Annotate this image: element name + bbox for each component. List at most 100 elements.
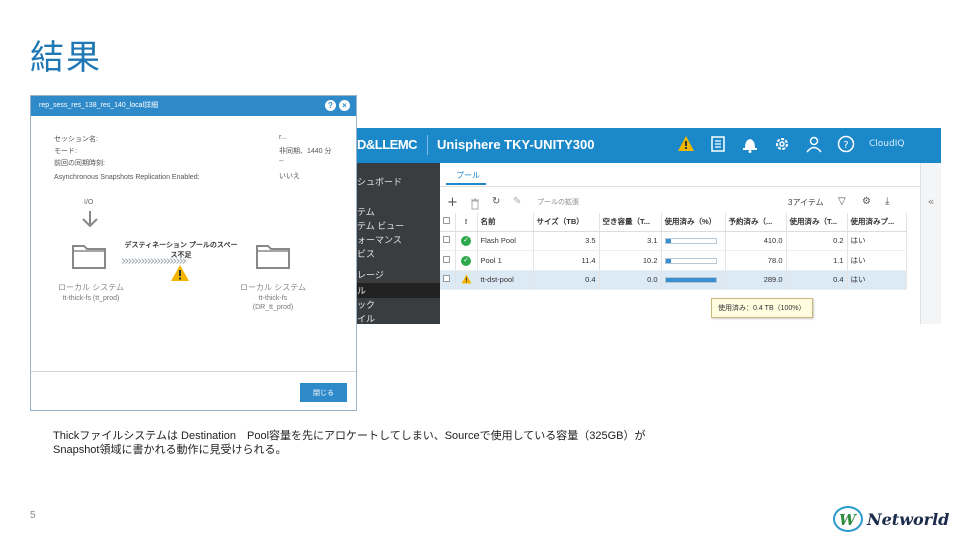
jobs-icon[interactable] [709, 135, 727, 153]
trash-icon[interactable] [470, 198, 480, 210]
page-number: 5 [30, 510, 36, 521]
cell-flag: はい [847, 270, 907, 290]
cell-free: 0.0 [599, 270, 662, 290]
field-label: 前回の同期時刻: [54, 160, 105, 167]
down-arrow-icon [82, 211, 98, 228]
sidebar-item-service[interactable]: ビス [357, 247, 375, 260]
brand-logo: D&LLEMC [357, 137, 418, 152]
destination-folder-icon [256, 245, 290, 269]
field-label: モード: [54, 148, 77, 155]
cell-size: 11.4 [533, 250, 600, 271]
source-fs-label: tt-thick-fs (tt_prod) [62, 295, 120, 302]
destination-system-label: ローカル システム [240, 283, 306, 292]
slide-body: Thickファイルシステムは Destination Pool容量を先にアロケー… [53, 429, 646, 457]
cloudiq-link[interactable]: CloudIQ [869, 139, 904, 149]
header-divider [427, 135, 428, 155]
column-used-flag[interactable]: 使用済みプ... [847, 213, 907, 232]
cell-name: Flash Pool [477, 231, 534, 251]
help-icon[interactable]: ? [325, 100, 336, 111]
column-used-pct[interactable]: 使用済み（%） [661, 213, 726, 232]
add-icon[interactable]: + [447, 195, 458, 210]
edit-icon[interactable]: ✎ [513, 196, 521, 207]
table-header: ! 名前 サイズ（TB） 空き容量（T... 使用済み（%） 予約済み（... … [440, 213, 907, 232]
destination-fs-label: (DR_tt_prod) [252, 304, 294, 311]
cell-reserved: 410.0 [725, 231, 787, 251]
sidebar-item-pools[interactable]: ル [357, 284, 366, 297]
bell-icon[interactable] [741, 135, 759, 153]
download-icon[interactable]: ⤓ [885, 196, 889, 207]
sidebar-item-performance[interactable]: ォーマンス [357, 233, 402, 246]
logo-mark-icon [833, 506, 863, 532]
close-button[interactable]: 閉じる [300, 383, 347, 402]
settings-icon[interactable]: ⚙ [862, 196, 871, 207]
user-icon[interactable] [805, 135, 823, 153]
session-details-dialog: rep_sess_res_138_res_140_local詳細 ? × セッシ… [30, 95, 357, 411]
column-size[interactable]: サイズ（TB） [533, 213, 600, 232]
logo-text: Networld [867, 509, 950, 529]
table-row[interactable]: ✓ Flash Pool 3.5 3.1 410.0 0.2 はい [440, 231, 907, 251]
row-checkbox[interactable] [440, 231, 456, 251]
sidebar-active-highlight [357, 283, 440, 298]
warning-line: デスティネーション プールのスペー [124, 242, 238, 249]
help-icon[interactable]: ? [837, 135, 855, 153]
field-label: Asynchronous Snapshots Replication Enabl… [54, 174, 200, 181]
cell-flag: はい [847, 231, 907, 251]
company-logo: Networld [833, 506, 949, 532]
sidebar-item-system-view[interactable]: テム ビュー [357, 219, 404, 232]
warning-icon [171, 265, 189, 281]
divider [440, 186, 920, 187]
column-free[interactable]: 空き容量（T... [599, 213, 662, 232]
field-value: r... [279, 134, 287, 141]
cell-flag: はい [847, 250, 907, 271]
cell-used-bar [661, 231, 726, 251]
field-label: セッション名: [54, 136, 98, 143]
warning-icon[interactable] [677, 135, 695, 153]
warning-message: デスティネーション プールのスペー ス不足 [121, 241, 241, 261]
dialog-header: rep_sess_res_138_res_140_local詳細 ? × [31, 96, 356, 116]
select-all-checkbox[interactable] [440, 213, 456, 232]
header-icons: ? CloudIQ [677, 135, 904, 153]
slide-title: 結果 [30, 38, 102, 78]
ok-icon: ✓ [455, 231, 478, 251]
sidebar: シュボード テム テム ビュー ォーマンス ビス レージ ル ック イル [357, 163, 440, 324]
dialog-title: rep_sess_res_138_res_140_local詳細 [39, 102, 159, 109]
sidebar-item-storage[interactable]: レージ [357, 268, 384, 281]
table-row[interactable]: ✓ Pool 1 11.4 10.2 78.0 1.1 はい [440, 250, 907, 271]
cell-size: 0.4 [533, 270, 600, 290]
cell-used-tb: 1.1 [786, 250, 848, 271]
column-used-tb[interactable]: 使用済み（T... [786, 213, 848, 232]
sidebar-item-file[interactable]: イル [357, 312, 375, 324]
cell-size: 3.5 [533, 231, 600, 251]
row-checkbox[interactable] [440, 270, 456, 290]
refresh-icon[interactable]: ↻ [492, 196, 500, 207]
source-folder-icon [72, 245, 106, 269]
field-value: 非同期、1440 分 [279, 148, 332, 155]
destination-fs-label: tt-thick-fs [258, 295, 288, 302]
column-status[interactable]: ! [455, 213, 478, 232]
gear-icon[interactable] [773, 135, 791, 153]
column-reserved[interactable]: 予約済み（... [725, 213, 787, 232]
filter-icon[interactable]: ▽ [838, 196, 846, 207]
cell-reserved: 78.0 [725, 250, 787, 271]
item-count: 3アイテム [788, 198, 824, 207]
svg-text:?: ? [843, 140, 848, 151]
sidebar-item-system[interactable]: テム [357, 205, 375, 218]
table-row[interactable]: tt-dst-pool 0.4 0.0 289.0 0.4 はい [440, 270, 907, 290]
tab-pools[interactable]: プール [456, 170, 480, 181]
usage-tooltip: 使用済み：0.4 TB（100%） [711, 298, 813, 318]
sidebar-item-block[interactable]: ック [357, 298, 375, 311]
close-icon[interactable]: × [339, 100, 350, 111]
unisphere-window: D&LLEMC Unisphere TKY-UNITY300 ? CloudIQ… [357, 128, 941, 324]
sidebar-item-dashboard[interactable]: シュボード [357, 175, 402, 188]
row-checkbox[interactable] [440, 250, 456, 271]
collapse-panel-icon[interactable]: « [920, 163, 941, 324]
cell-name: tt-dst-pool [477, 270, 534, 290]
cell-name: Pool 1 [477, 250, 534, 271]
cell-used-bar [661, 250, 726, 271]
warning-line: ス不足 [170, 252, 192, 259]
cell-used-bar [661, 270, 726, 290]
expand-pool-button[interactable]: プールの拡張 [537, 197, 579, 207]
tab-underline [446, 183, 486, 185]
cell-free: 3.1 [599, 231, 662, 251]
column-name[interactable]: 名前 [477, 213, 534, 232]
